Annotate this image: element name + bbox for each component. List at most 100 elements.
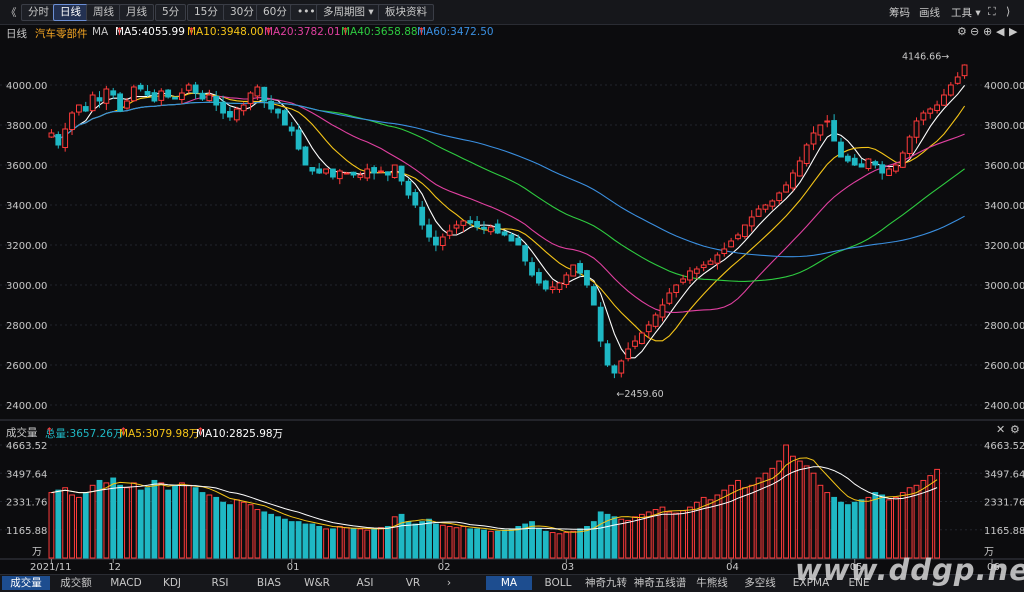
up-arrow-icon: ↑: [196, 426, 205, 438]
high-annotation: 4146.66→: [902, 52, 949, 63]
candle-up: [247, 92, 254, 105]
tab-long-short[interactable]: 多空线: [738, 576, 782, 590]
chevron-right-icon[interactable]: ›: [442, 576, 456, 590]
volume-bar-up: [254, 509, 261, 559]
candle-down: [590, 286, 597, 306]
volume-bar-down: [144, 487, 151, 559]
tab-magic-five[interactable]: 神奇五线谱: [632, 576, 688, 590]
volume-bar-down: [844, 504, 851, 559]
volume-bar-down: [542, 530, 549, 559]
volume-bar-up: [673, 512, 680, 559]
date-tick-label: 03: [561, 562, 574, 573]
volume-bar-up: [460, 526, 467, 559]
candle-up: [741, 224, 748, 238]
candle-up: [680, 278, 686, 283]
candle-up: [178, 92, 185, 101]
tab-bias[interactable]: BIAS: [246, 576, 292, 590]
settings-icon[interactable]: ⚙: [1010, 423, 1020, 436]
candle-up: [652, 314, 659, 327]
candle-up: [735, 234, 741, 240]
volume-bar-down: [398, 513, 405, 559]
candle-up: [343, 172, 350, 175]
volume-bar-up: [570, 530, 577, 559]
close-icon[interactable]: ✕: [996, 423, 1005, 436]
candle-down: [501, 231, 508, 236]
candle-up: [69, 112, 75, 131]
candle-down: [261, 86, 268, 102]
candle-down: [350, 171, 357, 176]
tab-macd[interactable]: MACD: [102, 576, 150, 590]
volume-bar-down: [879, 494, 886, 559]
candle-down: [151, 92, 158, 102]
candle-down: [117, 93, 123, 112]
price-tick-left: 3000.00: [6, 281, 47, 292]
volume-bar-down: [419, 521, 426, 559]
volume-bar-up: [783, 444, 789, 559]
candle-down: [584, 270, 590, 286]
candle-down: [295, 129, 302, 150]
volume-bar-up: [487, 530, 494, 559]
tab-rsi[interactable]: RSI: [198, 576, 242, 590]
candle-down: [96, 97, 103, 102]
tab-turnover[interactable]: 成交额: [52, 576, 100, 590]
tab-wr[interactable]: W&R: [294, 576, 340, 590]
volume-bar-up: [178, 482, 185, 559]
watermark: www.ddgp.net: [795, 553, 1024, 587]
volume-legend: 成交量 总量:3657.26万 ↑ MA5:3079.98万 ↑ MA10:2825…: [0, 423, 1024, 440]
volume-bar-up: [62, 487, 69, 559]
volume-bar-up: [233, 499, 240, 559]
candle-down: [838, 141, 844, 158]
tab-bull-bear[interactable]: 牛熊线: [690, 576, 734, 590]
price-tick-left: 3800.00: [6, 121, 47, 132]
volume-bar-down: [137, 489, 144, 559]
candle-up: [947, 84, 954, 96]
volume-bar-up: [934, 468, 941, 559]
volume-bar-down: [309, 523, 316, 559]
volume-tick-left: 3497.64: [6, 469, 47, 480]
candle-up: [721, 248, 728, 254]
tab-vr[interactable]: VR: [390, 576, 436, 590]
volume-bar-down: [405, 521, 412, 559]
volume-bar-up: [549, 532, 556, 559]
candle-down: [316, 168, 323, 174]
candle-up: [453, 224, 460, 229]
tab-asi[interactable]: ASI: [342, 576, 388, 590]
tab-ma[interactable]: MA: [486, 576, 532, 590]
volume-bar-up: [378, 527, 384, 559]
candle-up: [439, 236, 446, 247]
volume-bar-down: [838, 501, 844, 559]
candle-up: [693, 268, 700, 274]
volume-bar-up: [796, 460, 803, 559]
volume-bar-up: [69, 494, 75, 559]
candle-up: [446, 230, 453, 236]
volume-bar-down: [268, 513, 275, 559]
candle-down: [419, 206, 426, 226]
tab-boll[interactable]: BOLL: [534, 576, 582, 590]
volume-bar-down: [96, 479, 103, 559]
volume-tick-left: 2331.76: [6, 498, 47, 509]
candle-up: [158, 90, 165, 101]
tab-volume[interactable]: 成交量: [2, 576, 50, 590]
candle-up: [906, 136, 913, 155]
volume-bar-up: [48, 492, 55, 559]
volume-bar-down: [275, 516, 281, 559]
kline-chart[interactable]: 4000.00 4000.00 3800.00 3800.00 3600.00 3600.…: [0, 0, 1024, 574]
candle-down: [281, 110, 288, 126]
date-tick-label: 04: [726, 562, 739, 573]
volume-bar-up: [769, 467, 776, 559]
candle-up: [391, 164, 398, 179]
candle-up: [124, 100, 130, 109]
candle-down: [542, 280, 549, 290]
candle-down: [494, 223, 501, 234]
candle-up: [233, 108, 240, 121]
volume-bar-down: [316, 526, 323, 559]
candle-up: [549, 286, 556, 290]
price-tick-right: 2400.00: [984, 401, 1024, 412]
candle-up: [659, 304, 666, 318]
volume-bar-up: [721, 489, 728, 559]
tab-kdj[interactable]: KDJ: [150, 576, 194, 590]
volume-bar-up: [762, 472, 769, 559]
volume-bar-up: [158, 482, 165, 559]
volume-bar-down: [261, 511, 268, 559]
tab-magic-nine[interactable]: 神奇九转: [584, 576, 628, 590]
